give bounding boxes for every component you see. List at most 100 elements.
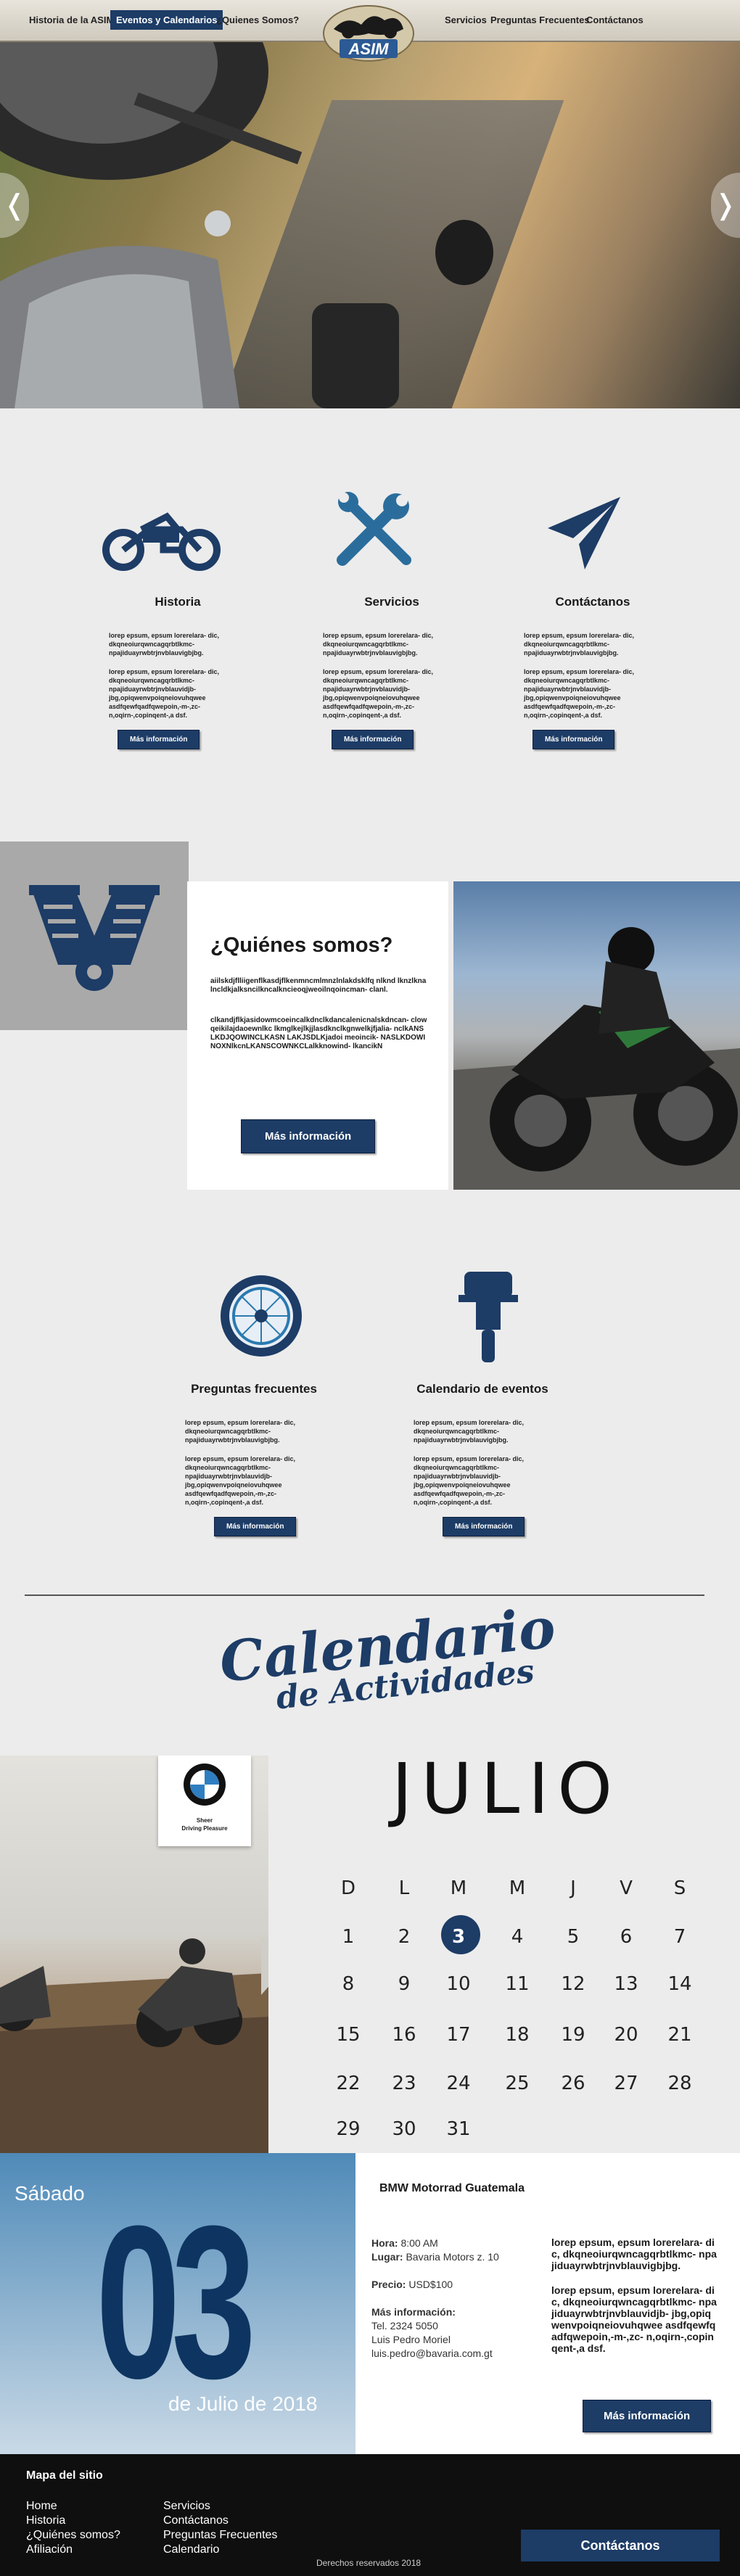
calendar-day[interactable]: 1 [326,1926,370,1948]
event-description: lorep epsum, epsum lorerelara- dic, dkqn… [551,2236,718,2354]
feature-historia: Historia lorep epsum, epsum lorerelara- … [109,595,247,749]
bmw-slogan: Driving Pleasure [181,1825,228,1832]
slider-next-button[interactable]: ❬ [711,173,740,238]
calendar-day[interactable]: 10 [437,1973,480,1995]
calendar-day[interactable]: 18 [496,2024,539,2046]
event-text: lorep epsum, epsum lorerelara- dic, dkqn… [551,2284,717,2354]
feature-text: lorep epsum, epsum lorerelara- dic, dkqn… [414,1419,525,1444]
footer-col-2: Servicios Contáctanos Preguntas Frecuent… [163,2499,277,2557]
calendar-day[interactable]: 2 [382,1926,426,1948]
footer-link-quienes[interactable]: ¿Quiénes somos? [26,2528,120,2543]
feature-info-button[interactable]: Más información [332,730,414,749]
nav-item-preguntas[interactable]: Preguntas Frecuentes [490,15,590,25]
footer-contact-button[interactable]: Contáctanos [521,2530,720,2561]
feature-text: lorep epsum, epsum lorerelara- dic, dkqn… [323,668,434,719]
feature-title: Calendario de eventos [416,1382,548,1396]
feature-text: lorep epsum, epsum lorerelara- dic, dkqn… [323,632,434,657]
lugar-value: Bavaria Motors z. 10 [406,2251,499,2263]
section-divider [25,1594,704,1596]
footer: Mapa del sitio Home Historia ¿Quiénes so… [0,2454,740,2576]
event-phone: Tel. 2324 5050 [371,2320,438,2332]
nav-item-servicios[interactable]: Servicios [445,15,487,25]
calendar-day[interactable]: 17 [437,2024,480,2046]
footer-link-contactanos[interactable]: Contáctanos [163,2514,277,2528]
nav-item-eventos[interactable]: Eventos y Calendarios [110,10,223,30]
nav-item-quienes[interactable]: ¿Quienes Somos? [216,15,299,25]
chevron-right-icon: ❬ [714,190,737,221]
feature-info-button[interactable]: Más información [214,1517,297,1536]
calendar-day[interactable]: 15 [326,2024,370,2046]
feature-info-button[interactable]: Más información [118,730,200,749]
motorbike-front-icon [459,1272,518,1362]
calendar-day[interactable]: 29 [326,2118,370,2140]
calendar-day[interactable]: 7 [658,1926,702,1948]
hora-label: Hora: [371,2237,398,2249]
calendar-day[interactable]: 20 [604,2024,648,2046]
calendar-day[interactable]: 6 [604,1926,648,1948]
weekday-label: M [509,1877,526,1899]
engine-icon [29,885,160,991]
sportbike-image [453,881,740,1190]
bmw-logo-icon [184,1764,226,1806]
calendar-day[interactable]: 26 [551,2073,595,2094]
nav-item-historia[interactable]: Historia de la ASIM [29,15,114,25]
calendar-day[interactable]: 24 [437,2073,480,2094]
hora-value: 8:00 AM [400,2237,438,2249]
calendar-title: Calendario de Actividades [203,1595,559,1717]
calendar-day[interactable]: 12 [551,1973,595,1995]
event-email[interactable]: luis.pedro@bavaria.com.gt [371,2347,493,2359]
footer-link-afiliacion[interactable]: Afiliación [26,2543,120,2557]
footer-rights: Derechos reservados 2018 [316,2558,422,2568]
footer-link-preguntas[interactable]: Preguntas Frecuentes [163,2528,277,2543]
event-info-block: Hora: 8:00 AM Lugar: Bavaria Motors z. 1… [371,2236,499,2361]
hero-slider: ❬ ❬ [0,42,740,408]
asim-logo[interactable]: ASIM [318,0,419,67]
about-title: ¿Quiénes somos? [210,934,393,957]
feature-info-button[interactable]: Más información [533,730,615,749]
calendar-day[interactable]: 8 [326,1973,370,1995]
feature-text: lorep epsum, epsum lorerelara- dic, dkqn… [414,1455,525,1506]
footer-col-1: Home Historia ¿Quiénes somos? Afiliación [26,2499,120,2557]
calendar-day[interactable]: 9 [382,1973,426,1995]
calendar-day[interactable]: 5 [551,1926,595,1948]
calendar-day[interactable]: 27 [604,2073,648,2094]
footer-link-home[interactable]: Home [26,2499,120,2514]
calendar-day[interactable]: 21 [658,2024,702,2046]
event-text: lorep epsum, epsum lorerelara- dic, dkqn… [551,2236,717,2271]
calendar-day[interactable]: 14 [658,1973,702,1995]
nav-item-contactanos[interactable]: Contáctanos [586,15,644,25]
calendar-day[interactable]: 19 [551,2024,595,2046]
event-contact: Luis Pedro Moriel [371,2334,451,2345]
event-info-button[interactable]: Más información [583,2400,712,2432]
weekday-label: S [673,1877,686,1899]
calendar-day[interactable]: 30 [382,2118,426,2140]
footer-link-calendario[interactable]: Calendario [163,2543,277,2557]
feature-info-button[interactable]: Más información [443,1517,525,1536]
calendar-day[interactable]: 31 [437,2118,480,2140]
weekday-label: L [398,1877,410,1899]
info-label: Más información: [371,2306,456,2318]
calendar-day[interactable]: 25 [496,2073,539,2094]
pointer-arrow [261,1937,268,1995]
calendar-day[interactable]: 3 [437,1926,480,1948]
footer-link-servicios[interactable]: Servicios [163,2499,277,2514]
feature-title: Contáctanos [555,595,630,609]
engine-panel [0,841,189,1030]
calendar-day[interactable]: 22 [326,2073,370,2094]
footer-link-historia[interactable]: Historia [26,2514,120,2528]
feature-text: lorep epsum, epsum lorerelara- dic, dkqn… [524,632,635,657]
page: ❬ ❬ Historia de la ASIM Eventos y Calend… [0,0,740,2576]
calendar-day[interactable]: 23 [382,2073,426,2094]
feature-text: lorep epsum, epsum lorerelara- dic, dkqn… [109,668,220,719]
calendar-day[interactable]: 13 [604,1973,648,1995]
calendar-day[interactable]: 4 [496,1926,539,1948]
calendar-day[interactable]: 28 [658,2073,702,2094]
about-info-button[interactable]: Más información [241,1119,376,1153]
lugar-label: Lugar: [371,2251,403,2263]
weekday-label: D [340,1877,356,1899]
calendar-day[interactable]: 11 [496,1973,539,1995]
bmw-badge: Sheer Driving Pleasure [158,1756,251,1846]
calendar-day[interactable]: 16 [382,2024,426,2046]
feature-calendario: Calendario de eventos lorep epsum, epsum… [414,1382,551,1536]
feature-preguntas: Preguntas frecuentes lorep epsum, epsum … [185,1382,323,1536]
